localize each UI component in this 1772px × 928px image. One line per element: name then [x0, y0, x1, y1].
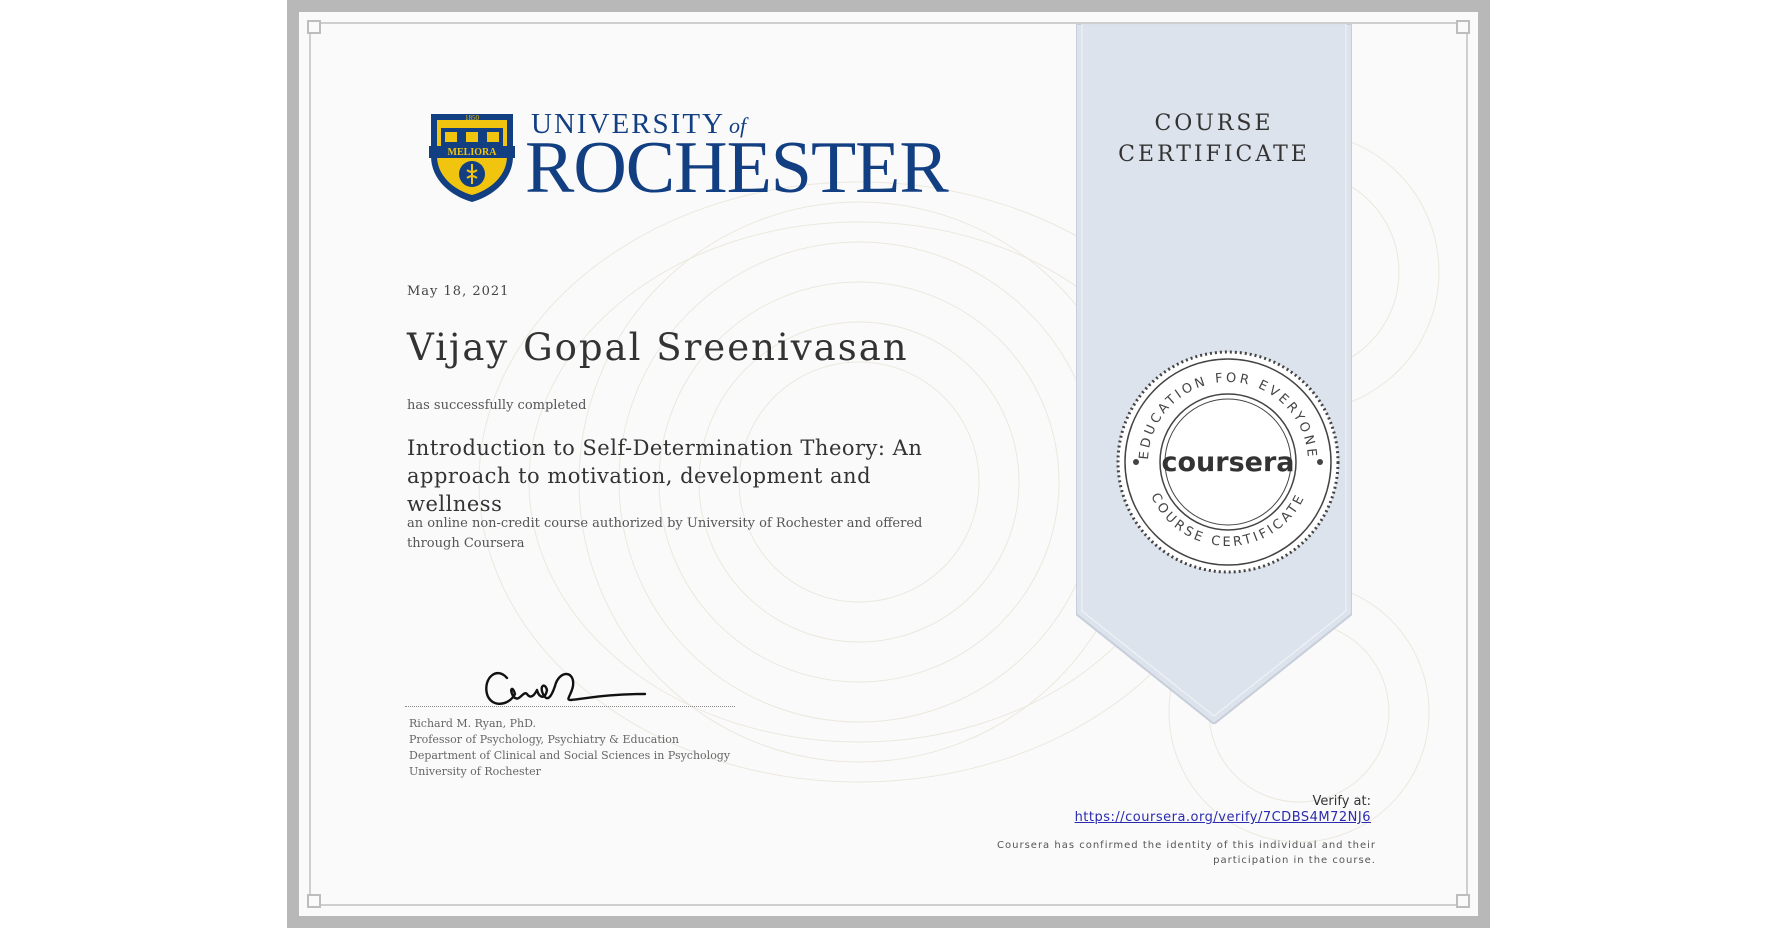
ribbon-title: COURSE CERTIFICATE	[1118, 111, 1310, 167]
signer-block: Richard M. Ryan, PhD. Professor of Psych…	[409, 716, 730, 780]
shield-motto: MELIORA	[448, 147, 498, 158]
verify-block: Verify at: https://coursera.org/verify/7…	[1075, 794, 1371, 826]
signer-name: Richard M. Ryan, PhD.	[409, 717, 537, 730]
university-logo: MELIORA 1850 UNIVERSITY of ROCHESTER	[427, 108, 949, 208]
identity-confirmation: Coursera has confirmed the identity of t…	[997, 840, 1376, 866]
shield-year: 1850	[465, 114, 480, 122]
issue-date: May 18, 2021	[407, 284, 510, 299]
rochester-wordmark: ROCHESTER	[525, 127, 949, 209]
certificate: MELIORA 1850 UNIVERSITY of ROCHESTER May …	[287, 0, 1490, 928]
frame-corner	[307, 20, 321, 34]
signer-title: Professor of Psychology, Psychiatry & Ed…	[409, 733, 679, 746]
verify-label: Verify at:	[1312, 794, 1371, 809]
signer-department: Department of Clinical and Social Scienc…	[409, 749, 731, 762]
signer-institution: University of Rochester	[409, 765, 541, 778]
frame-corner	[1456, 894, 1470, 908]
recipient-name: Vijay Gopal Sreenivasan	[407, 326, 909, 369]
frame-corner	[307, 894, 321, 908]
certificate-paper: MELIORA 1850 UNIVERSITY of ROCHESTER May …	[299, 12, 1478, 916]
course-description: an online non-credit course authorized b…	[407, 516, 923, 551]
verify-link[interactable]: https://coursera.org/verify/7CDBS4M72NJ6	[1075, 810, 1371, 825]
seal-brand: coursera	[1161, 447, 1294, 478]
signature-line	[405, 706, 735, 707]
university-shield-icon: MELIORA 1850	[429, 114, 515, 202]
course-title: Introduction to Self-Determination Theor…	[407, 436, 923, 516]
signature-icon	[485, 671, 647, 705]
frame-corner	[1456, 20, 1470, 34]
coursera-seal-icon: EDUCATION FOR EVERYONE COURSE CERTIFICAT…	[1116, 350, 1340, 574]
completion-statement: has successfully completed	[407, 398, 587, 413]
